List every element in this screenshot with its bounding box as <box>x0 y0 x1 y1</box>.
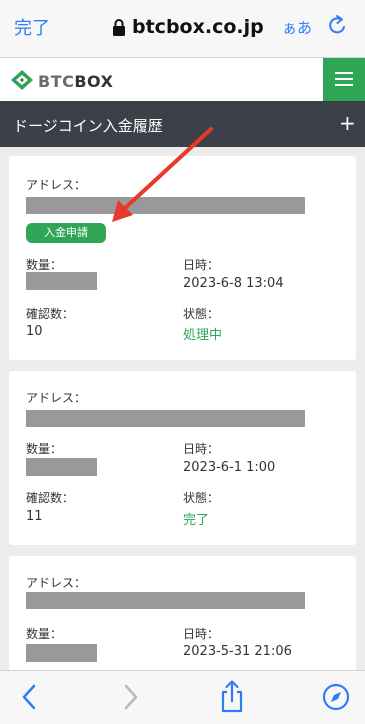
status-label: 状態： <box>183 491 220 505</box>
address-redacted <box>26 410 305 427</box>
quantity-redacted <box>26 644 97 662</box>
logo-text-suffix: BOX <box>74 72 114 91</box>
done-button[interactable]: 完了 <box>14 14 50 40</box>
url-text: btcbox.co.jp <box>132 16 264 38</box>
deposit-request-badge[interactable]: 入金申請 <box>26 223 106 243</box>
confirmations-label: 確認数： <box>26 491 75 505</box>
status-value: 処理中 <box>183 328 223 343</box>
logo-text-prefix: BTC <box>38 72 75 91</box>
datetime-value: 2023-5-31 21:06 <box>183 644 292 659</box>
address-redacted <box>26 592 305 609</box>
address-redacted <box>26 197 305 214</box>
confirmations-value: 10 <box>26 324 43 339</box>
quantity-redacted <box>26 272 97 290</box>
hamburger-menu-button[interactable] <box>323 58 365 101</box>
url-field[interactable]: btcbox.co.jp <box>112 14 264 40</box>
datetime-value: 2023-6-8 13:04 <box>183 276 284 291</box>
share-icon[interactable] <box>219 679 245 713</box>
quantity-label: 数量： <box>26 258 63 272</box>
lock-icon <box>113 19 125 36</box>
address-label: アドレス： <box>26 178 87 192</box>
page-title: ドージコイン入金履歴 <box>13 117 163 135</box>
address-label: アドレス： <box>26 391 87 405</box>
datetime-label: 日時： <box>183 258 220 272</box>
expand-plus-icon[interactable]: + <box>339 111 356 135</box>
datetime-label: 日時： <box>183 442 220 456</box>
logo-text[interactable]: BTCBOX <box>38 72 113 91</box>
confirmations-label: 確認数： <box>26 307 75 321</box>
datetime-label: 日時： <box>183 627 220 641</box>
quantity-redacted <box>26 458 97 476</box>
address-label: アドレス： <box>26 576 87 590</box>
status-value: 完了 <box>183 513 210 528</box>
quantity-label: 数量： <box>26 627 63 641</box>
reload-icon[interactable] <box>325 14 349 38</box>
status-label: 状態： <box>183 307 220 321</box>
chevron-left-icon[interactable] <box>18 683 40 711</box>
confirmations-value: 11 <box>26 509 43 524</box>
btcbox-logo-icon[interactable] <box>10 69 34 91</box>
compass-icon[interactable] <box>322 683 350 711</box>
datetime-value: 2023-6-1 1:00 <box>183 460 276 475</box>
browser-address-bar: 完了 btcbox.co.jp ぁあ <box>0 0 365 58</box>
text-size-button[interactable]: ぁあ <box>282 17 312 38</box>
chevron-right-icon[interactable] <box>120 683 142 711</box>
browser-toolbar <box>0 670 365 724</box>
quantity-label: 数量： <box>26 442 63 456</box>
